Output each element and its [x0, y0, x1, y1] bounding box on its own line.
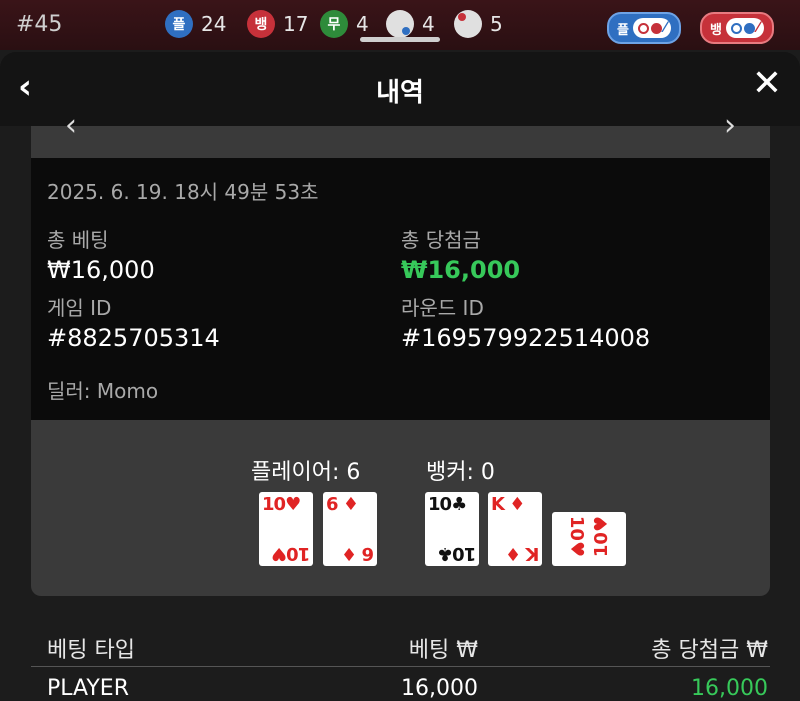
- player-pair-icon: [386, 10, 414, 38]
- history-nav-header: ‹ ›: [31, 108, 770, 158]
- player-ask-button[interactable]: 플 ⁄: [607, 12, 682, 44]
- top-status-bar: #45 플 24 뱅 17 무 4 4 5 플 ⁄ 뱅 ⁄: [0, 0, 800, 50]
- banker-score: 뱅커: 0: [426, 460, 495, 485]
- row-bet-type: PLAYER: [47, 676, 129, 701]
- row-win-amount: 16,000: [691, 676, 768, 701]
- player-count-stat: 플 24: [165, 10, 226, 38]
- banker-pair-stat: 5: [454, 10, 503, 38]
- drag-handle[interactable]: [360, 37, 440, 42]
- player-ask-preview-icon: ⁄: [632, 18, 672, 38]
- prev-chevron-icon[interactable]: ‹: [65, 108, 77, 143]
- banker-count-stat: 뱅 17: [247, 10, 308, 38]
- banker-card-3: 10♥ 10♥: [552, 512, 626, 566]
- bet-info-card: 2025. 6. 19. 18시 49분 53초 총 베팅 ₩16,000 총 …: [31, 158, 770, 420]
- player-badge: 플: [165, 10, 193, 38]
- banker-pair-count: 5: [490, 12, 503, 36]
- dealer-name: 딜러: Momo: [47, 379, 159, 403]
- player-card-2: 6 ♦ 6 ♦: [323, 492, 377, 566]
- player-pair-count: 4: [422, 12, 435, 36]
- player-card-1: 10♥ 10♥: [259, 492, 313, 566]
- banker-badge: 뱅: [247, 10, 275, 38]
- total-bet-value: ₩16,000: [47, 256, 155, 284]
- tie-count: 4: [356, 12, 369, 36]
- banker-card-1: 10♣ 10♣: [425, 492, 479, 566]
- bet-datetime: 2025. 6. 19. 18시 49분 53초: [47, 180, 319, 204]
- next-chevron-icon[interactable]: ›: [724, 108, 736, 143]
- total-bet-label: 총 베팅: [47, 228, 109, 252]
- player-pair-stat: 4: [386, 10, 435, 38]
- win-amount-header: 총 당첨금 ₩: [651, 638, 768, 663]
- game-result-panel: 플레이어: 6 뱅커: 0 10♥ 10♥ 6 ♦ 6 ♦ 10♣ 10♣ K …: [31, 420, 770, 596]
- banker-pair-icon: [454, 10, 482, 38]
- tie-count-stat: 무 4: [320, 10, 369, 38]
- banker-ask-preview-icon: ⁄: [725, 18, 765, 38]
- banker-ask-label: 뱅: [710, 22, 722, 38]
- player-score: 플레이어: 6: [251, 460, 361, 485]
- modal-title: 내역: [376, 78, 424, 108]
- total-win-label: 총 당첨금: [401, 228, 481, 252]
- player-ask-label: 플: [617, 22, 629, 38]
- bet-type-header: 베팅 타입: [47, 638, 135, 663]
- bet-amount-header: 베팅 ₩: [408, 638, 478, 663]
- table-divider: [31, 666, 770, 667]
- banker-ask-button[interactable]: 뱅 ⁄: [700, 12, 775, 44]
- tie-badge: 무: [320, 10, 348, 38]
- modal-header: ‹ 내역 ✕: [0, 52, 800, 126]
- player-count: 24: [201, 12, 227, 36]
- round-id-label: 라운드 ID: [401, 296, 484, 320]
- round-id-value: #169579922514008: [401, 324, 651, 352]
- banker-count: 17: [283, 12, 309, 36]
- banker-card-2: K ♦ K ♦: [488, 492, 542, 566]
- game-id-value: #8825705314: [47, 324, 220, 352]
- round-number: #45: [16, 12, 63, 37]
- close-icon[interactable]: ✕: [752, 66, 782, 102]
- game-id-label: 게임 ID: [47, 296, 112, 320]
- row-bet-amount: 16,000: [401, 676, 478, 701]
- total-win-value: ₩16,000: [401, 256, 521, 284]
